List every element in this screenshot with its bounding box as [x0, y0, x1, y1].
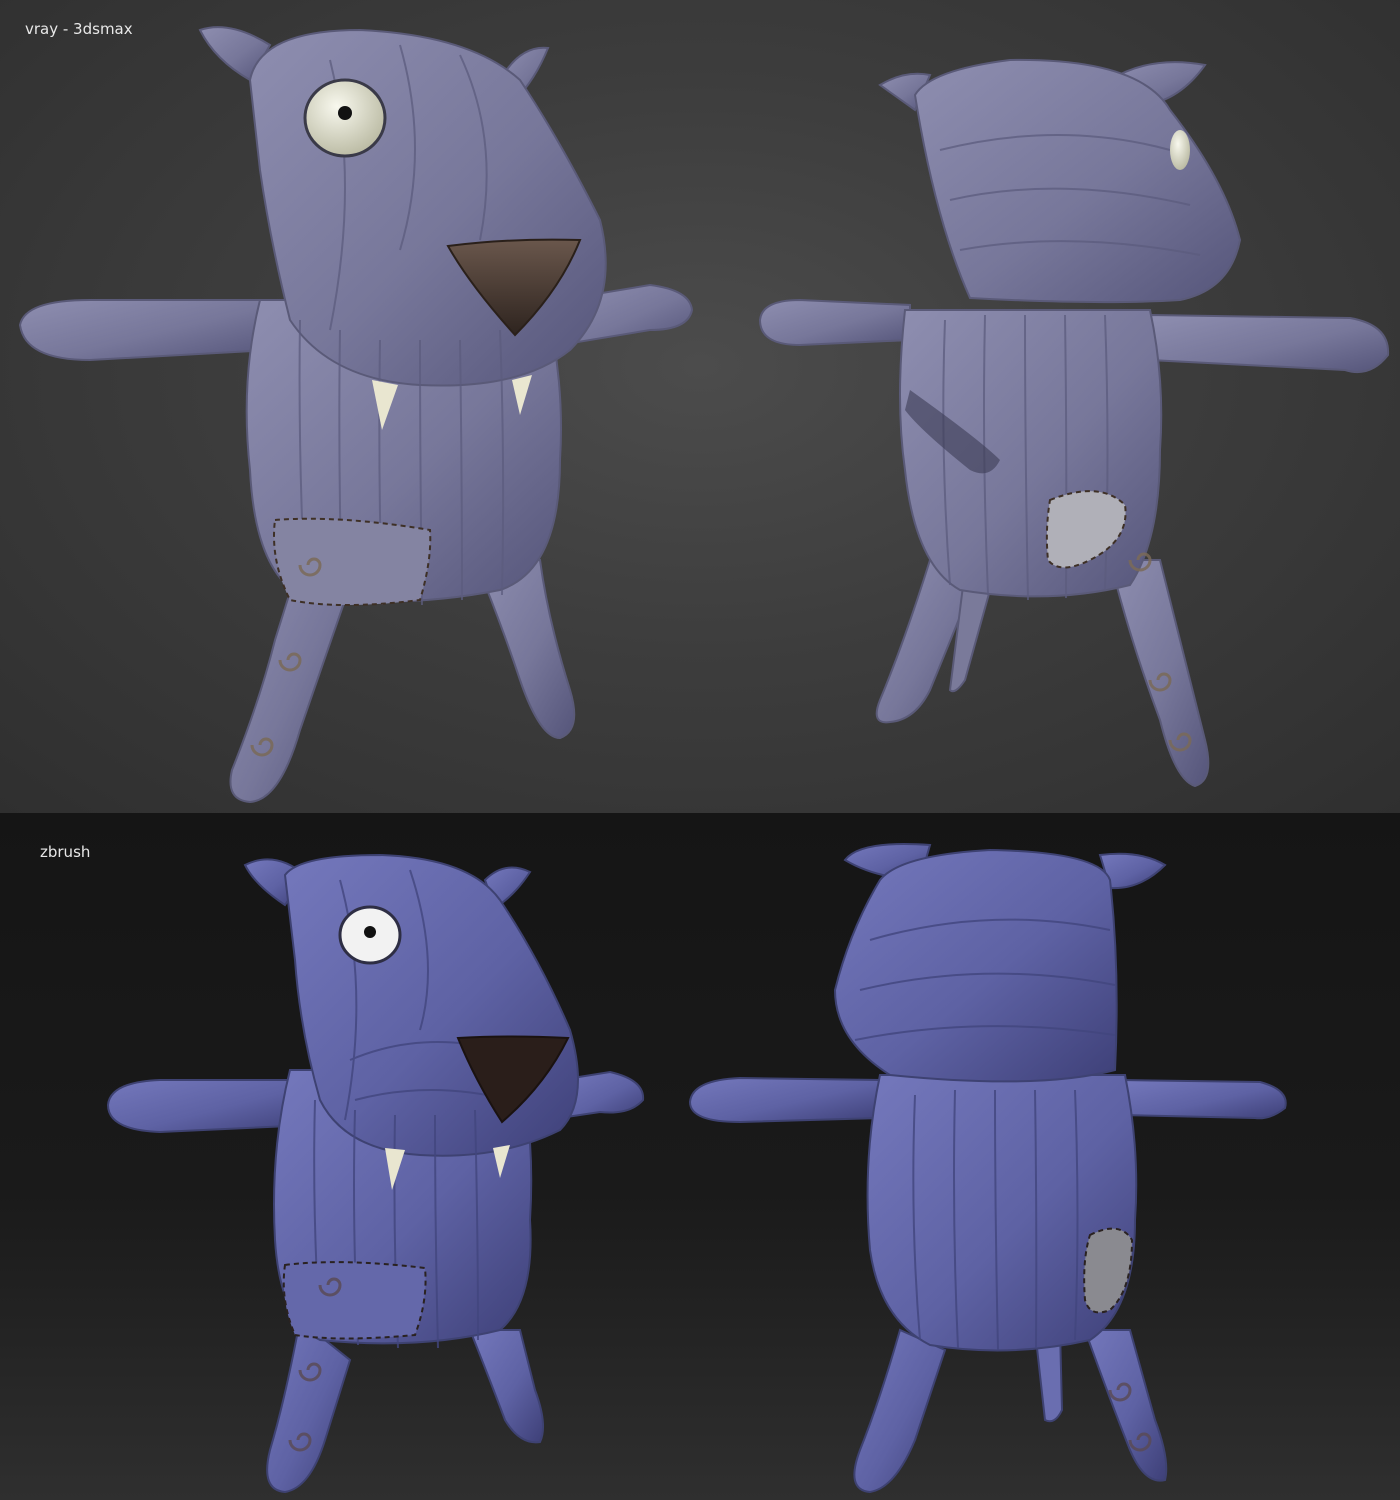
vray-render-image: [18, 26, 1390, 804]
vray-label: vray - 3dsmax: [25, 20, 133, 38]
eye-icon: [1170, 130, 1190, 170]
zbrush-label: zbrush: [40, 843, 91, 861]
plush-cat-back-view: [758, 58, 1390, 788]
front-patch: [273, 517, 432, 606]
zbrush-render-image: [106, 843, 1287, 1494]
vray-render-panel: vray - 3dsmax: [0, 0, 1400, 813]
plush-cat-back-view: [688, 843, 1287, 1494]
pupil: [364, 926, 376, 938]
back-patch: [1083, 1227, 1134, 1314]
front-patch: [282, 1261, 427, 1340]
pupil: [338, 106, 352, 120]
zbrush-render-panel: zbrush: [0, 813, 1400, 1500]
